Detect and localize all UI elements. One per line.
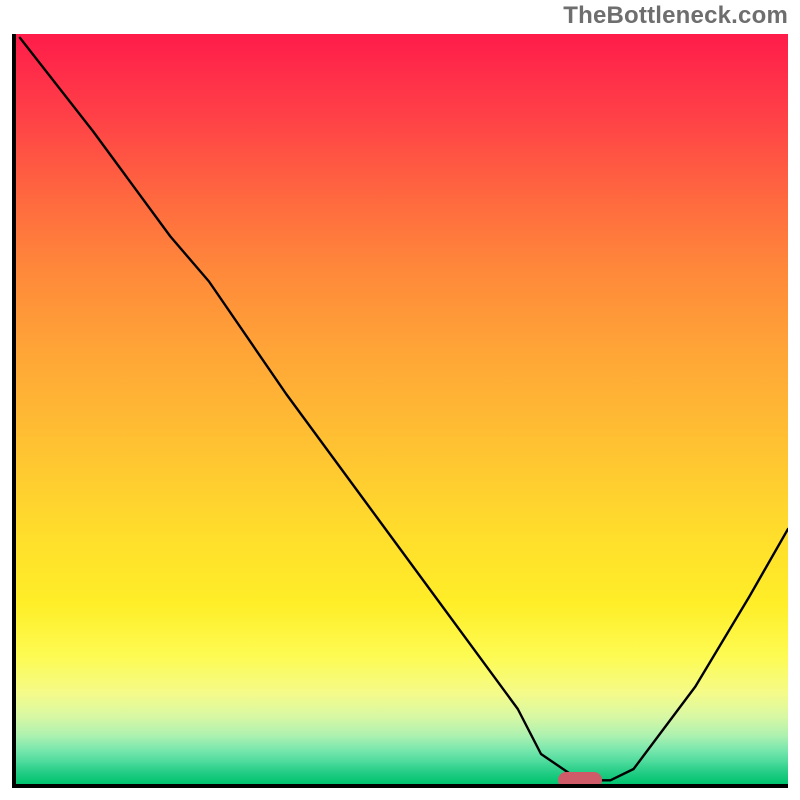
optimal-point-marker [558, 772, 602, 788]
chart-area [12, 34, 788, 788]
page-root: TheBottleneck.com [0, 0, 800, 800]
watermark-label: TheBottleneck.com [563, 2, 788, 30]
bottleneck-curve [16, 34, 788, 784]
curve-path [20, 38, 788, 781]
